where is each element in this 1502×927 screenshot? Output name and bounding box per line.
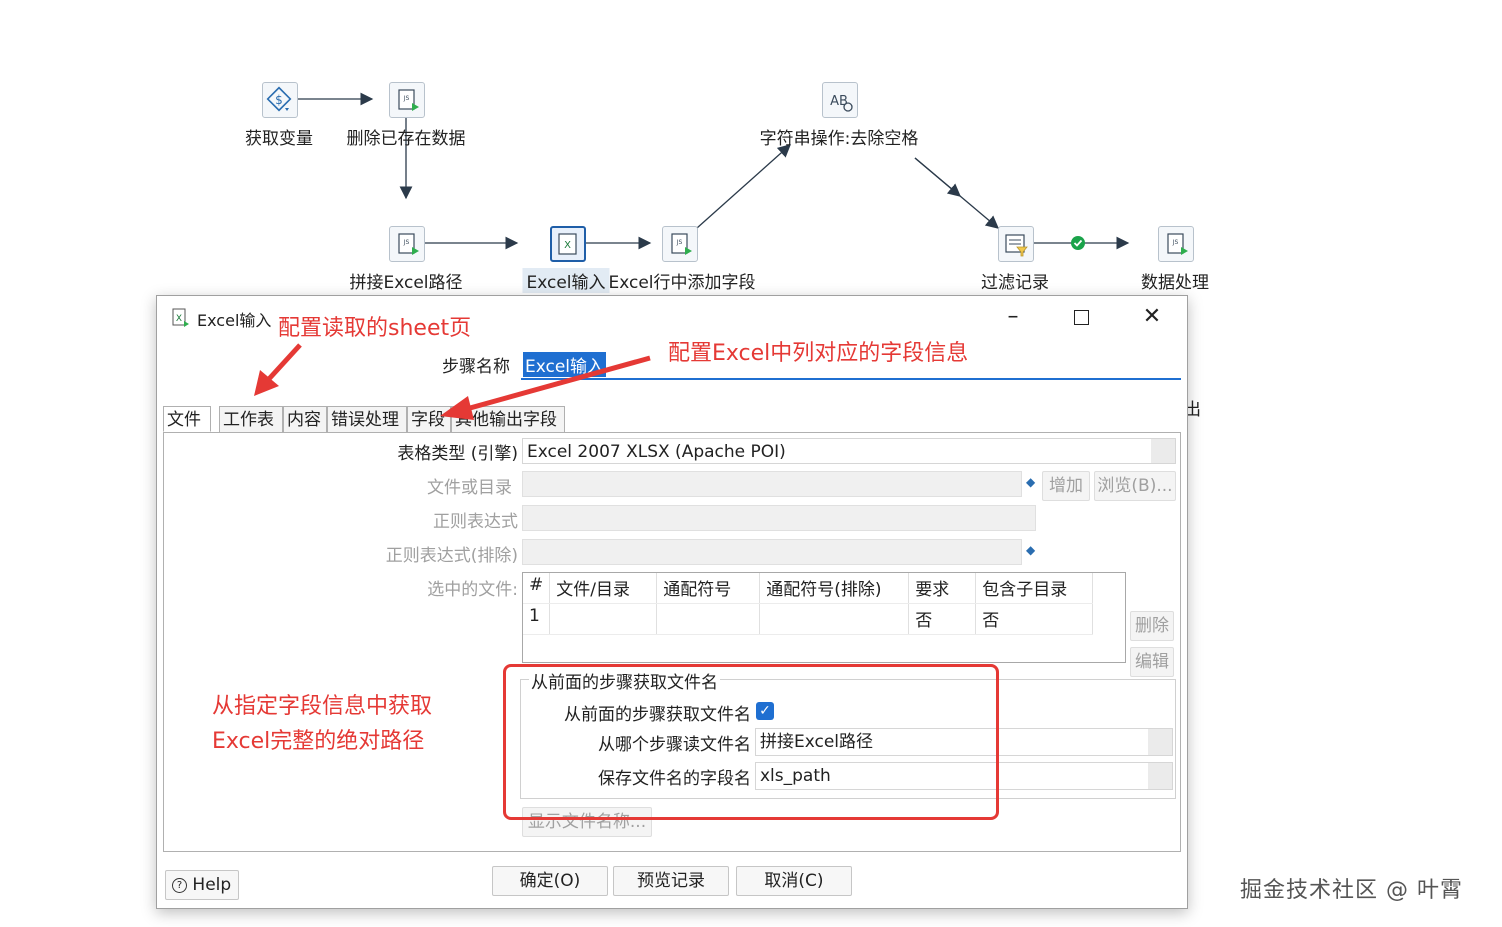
help-label: Help bbox=[192, 875, 232, 895]
engine-label: 表格类型 (引擎) bbox=[397, 444, 518, 464]
file-or-dir-input[interactable] bbox=[522, 471, 1022, 497]
help-icon: ? bbox=[172, 877, 187, 893]
minimize-button[interactable]: – bbox=[993, 302, 1033, 332]
step-name-label: 步骤名称 bbox=[442, 357, 510, 377]
step-filter-rows[interactable] bbox=[998, 226, 1034, 262]
table-cell[interactable]: 否 bbox=[975, 603, 1094, 635]
engine-value: Excel 2007 XLSX (Apache POI) bbox=[527, 442, 786, 462]
step-string-operations[interactable]: AB bbox=[822, 82, 858, 118]
step-build-excel-path[interactable]: JS bbox=[389, 226, 425, 262]
step-label-add-field: Excel行中添加字段 bbox=[608, 273, 756, 293]
close-icon: ✕ bbox=[1142, 304, 1162, 329]
edit-button[interactable]: 编辑 bbox=[1130, 647, 1174, 677]
tab-error-handling[interactable]: 错误处理 bbox=[327, 406, 407, 432]
tab-content[interactable]: 内容 bbox=[283, 406, 327, 432]
svg-text:$: $ bbox=[275, 93, 283, 107]
step-label-get-variables: 获取变量 bbox=[245, 129, 313, 149]
hop-ok-icon bbox=[1071, 236, 1085, 250]
svg-text:JS: JS bbox=[403, 239, 410, 246]
excel-input-icon: X bbox=[558, 233, 577, 255]
tab-sheets[interactable]: 工作表 bbox=[219, 406, 283, 432]
add-button[interactable]: 增加 bbox=[1042, 471, 1090, 501]
step-label-data-processing: 数据处理 bbox=[1141, 273, 1209, 293]
table-row[interactable]: 1 否 否 bbox=[523, 603, 1094, 635]
svg-text:AB: AB bbox=[830, 94, 848, 109]
maximize-icon bbox=[1073, 309, 1089, 325]
step-label-filter-rows: 过滤记录 bbox=[981, 273, 1049, 293]
tab-file[interactable]: 文件 bbox=[163, 406, 211, 432]
maximize-button[interactable] bbox=[1061, 302, 1101, 332]
ok-button[interactable]: 确定(O) bbox=[492, 866, 608, 896]
chevron-down-icon bbox=[1148, 763, 1172, 789]
help-button[interactable]: ? Help bbox=[165, 870, 239, 900]
delete-button[interactable]: 删除 bbox=[1130, 611, 1174, 641]
chevron-down-icon bbox=[1148, 729, 1172, 755]
table-cell[interactable]: 否 bbox=[908, 603, 977, 635]
file-or-dir-label: 文件或目录 bbox=[427, 478, 512, 498]
filter-rows-icon bbox=[1005, 234, 1028, 257]
column-header: # bbox=[523, 573, 551, 604]
step-get-variables[interactable]: $ bbox=[262, 82, 298, 118]
column-header: 要求 bbox=[908, 573, 977, 604]
annotation-path-line1: 从指定字段信息中获取 bbox=[212, 694, 433, 719]
table-header-row: # 文件/目录 通配符号 通配符号(排除) 要求 包含子目录 bbox=[523, 573, 1094, 604]
svg-text:JS: JS bbox=[1172, 239, 1179, 246]
cancel-button[interactable]: 取消(C) bbox=[736, 866, 852, 896]
selected-files-label: 选中的文件: bbox=[427, 580, 518, 600]
annotation-sheet-tab: 配置读取的sheet页 bbox=[278, 316, 472, 341]
watermark: 掘金技术社区 @ 叶霄 bbox=[1240, 878, 1463, 903]
script-icon: JS bbox=[398, 89, 419, 111]
script-icon: JS bbox=[1167, 233, 1188, 255]
step-data-processing[interactable]: JS bbox=[1158, 226, 1194, 262]
files-table: # 文件/目录 通配符号 通配符号(排除) 要求 包含子目录 1 否 否 bbox=[523, 573, 1094, 635]
svg-text:JS: JS bbox=[403, 95, 410, 102]
script-icon: JS bbox=[671, 233, 692, 255]
step-excel-input[interactable]: X bbox=[550, 226, 586, 262]
table-cell[interactable] bbox=[549, 603, 658, 635]
transformation-canvas: $ 获取变量 JS 删除已存在数据 JS 拼接Excel路径 X Excel输入 bbox=[0, 0, 1502, 295]
regex-label: 正则表达式 bbox=[433, 512, 518, 532]
tab-fields[interactable]: 字段 bbox=[407, 406, 451, 432]
column-header: 包含子目录 bbox=[975, 573, 1094, 604]
column-header: 通配符号 bbox=[656, 573, 761, 604]
step-label-delete-existing: 删除已存在数据 bbox=[346, 129, 466, 149]
annotation-path-line2: Excel完整的绝对路径 bbox=[212, 729, 425, 754]
svg-text:X: X bbox=[176, 314, 182, 324]
step-delete-existing[interactable]: JS bbox=[389, 82, 425, 118]
step-label-build-excel-path: 拼接Excel路径 bbox=[349, 273, 463, 293]
string-operations-icon: AB bbox=[830, 94, 853, 112]
engine-select[interactable]: Excel 2007 XLSX (Apache POI) bbox=[522, 438, 1176, 464]
script-icon: JS bbox=[398, 233, 419, 255]
svg-text:JS: JS bbox=[676, 239, 683, 246]
table-cell[interactable] bbox=[656, 603, 761, 635]
hop-lines bbox=[297, 92, 1130, 250]
step-label-excel-input: Excel输入 bbox=[522, 268, 610, 293]
annotation-highlight-box bbox=[503, 664, 999, 820]
chevron-down-icon bbox=[1151, 439, 1175, 463]
annotation-field-tab: 配置Excel中列对应的字段信息 bbox=[668, 341, 969, 366]
variable-icon: ◆ bbox=[1026, 475, 1036, 489]
variable-icon: ◆ bbox=[1026, 543, 1036, 557]
regex-exclude-label: 正则表达式(排除) bbox=[385, 546, 518, 566]
table-cell: 1 bbox=[523, 603, 551, 635]
browse-button[interactable]: 浏览(B)... bbox=[1094, 471, 1176, 501]
selected-files-grid[interactable]: # 文件/目录 通配符号 通配符号(排除) 要求 包含子目录 1 否 否 bbox=[522, 572, 1126, 663]
preview-button[interactable]: 预览记录 bbox=[613, 866, 729, 896]
close-button[interactable]: ✕ bbox=[1132, 302, 1172, 332]
column-header: 文件/目录 bbox=[549, 573, 658, 604]
column-header: 通配符号(排除) bbox=[759, 573, 910, 604]
tab-additional-output-fields[interactable]: 其他输出字段 bbox=[451, 406, 565, 432]
step-label-string-operations: 字符串操作:去除空格 bbox=[759, 129, 919, 149]
table-cell[interactable] bbox=[759, 603, 910, 635]
svg-text:X: X bbox=[564, 240, 571, 251]
step-name-value: Excel输入 bbox=[523, 352, 607, 377]
get-variables-icon: $ bbox=[266, 86, 292, 112]
step-add-field[interactable]: JS bbox=[662, 226, 698, 262]
dialog-title: Excel输入 bbox=[197, 311, 272, 330]
excel-input-icon: X bbox=[172, 308, 189, 327]
regex-exclude-input[interactable] bbox=[522, 539, 1022, 565]
regex-input[interactable] bbox=[522, 505, 1036, 531]
